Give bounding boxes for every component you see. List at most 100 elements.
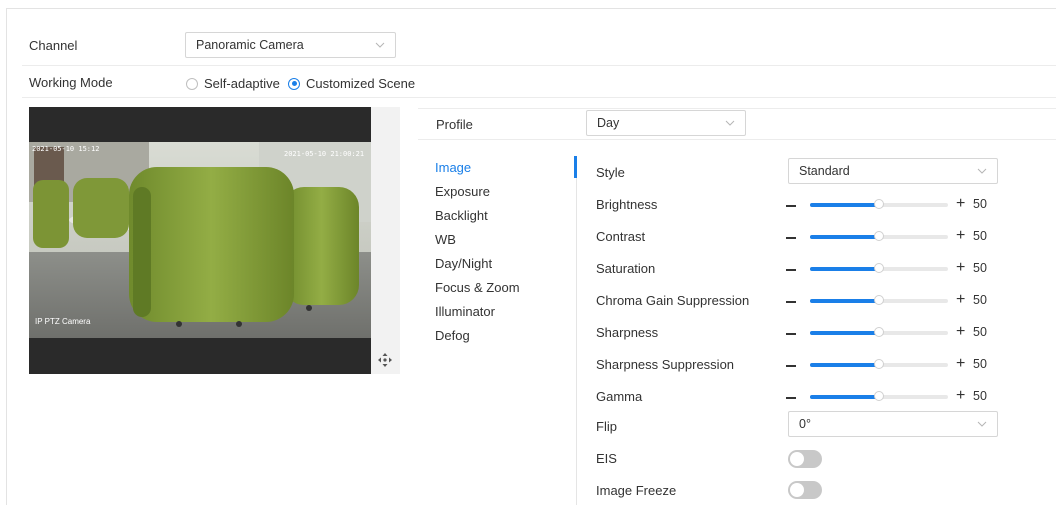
slider-label: Gamma bbox=[596, 389, 643, 404]
chevron-down-icon bbox=[375, 42, 385, 48]
divider bbox=[22, 65, 1056, 66]
slider-value: 50 bbox=[973, 229, 987, 243]
style-select[interactable]: Standard bbox=[788, 158, 998, 184]
radio-self-adaptive[interactable]: Self-adaptive bbox=[186, 76, 280, 91]
slider-value: 50 bbox=[973, 357, 987, 371]
working-mode-label: Working Mode bbox=[29, 75, 113, 90]
menu-item-defog[interactable]: Defog bbox=[435, 328, 470, 343]
slider-handle[interactable] bbox=[874, 231, 884, 241]
osd-timestamp: 2021-05-10 21:00:21 bbox=[284, 150, 365, 158]
menu-active-indicator bbox=[574, 156, 577, 178]
radio-label: Customized Scene bbox=[306, 76, 416, 91]
divider bbox=[418, 139, 1056, 140]
slider-fill bbox=[810, 203, 878, 207]
slider-track[interactable] bbox=[810, 199, 948, 209]
channel-label: Channel bbox=[29, 38, 78, 53]
plus-icon[interactable]: + bbox=[956, 356, 965, 372]
slider-label: Chroma Gain Suppression bbox=[596, 293, 750, 308]
minus-icon[interactable] bbox=[786, 205, 796, 207]
image-freeze-label: Image Freeze bbox=[596, 483, 677, 498]
menu-item-exposure[interactable]: Exposure bbox=[435, 184, 490, 199]
profile-select[interactable]: Day bbox=[586, 110, 746, 136]
plus-icon[interactable]: + bbox=[956, 292, 965, 308]
minus-icon[interactable] bbox=[786, 269, 796, 271]
frame-left-border bbox=[6, 8, 7, 505]
toggle-knob bbox=[790, 483, 804, 497]
slider-row-gamma: Gamma +50 bbox=[596, 387, 1036, 407]
camera-image: 2021-05-10 15:12 2021-05-10 21:00:21 IP … bbox=[29, 142, 371, 338]
minus-icon[interactable] bbox=[786, 333, 796, 335]
slider-row-brightness: Brightness +50 bbox=[596, 195, 1036, 215]
eis-label: EIS bbox=[596, 451, 617, 466]
plus-icon[interactable]: + bbox=[956, 388, 965, 404]
image-freeze-toggle[interactable] bbox=[788, 481, 822, 499]
osd-camera-name: IP PTZ Camera bbox=[35, 317, 91, 326]
slider-label: Sharpness bbox=[596, 325, 659, 340]
slider-fill bbox=[810, 395, 878, 399]
slider-row-contrast: Contrast +50 bbox=[596, 227, 1036, 247]
slider-value: 50 bbox=[973, 261, 987, 275]
slider-value: 50 bbox=[973, 389, 987, 403]
menu-item-backlight[interactable]: Backlight bbox=[435, 208, 488, 223]
menu-item-focus-zoom[interactable]: Focus & Zoom bbox=[435, 280, 520, 295]
slider-row-saturation: Saturation +50 bbox=[596, 259, 1036, 279]
slider-track[interactable] bbox=[810, 327, 948, 337]
slider-value: 50 bbox=[973, 325, 987, 339]
slider-fill bbox=[810, 331, 878, 335]
slider-fill bbox=[810, 235, 878, 239]
slider-handle[interactable] bbox=[874, 199, 884, 209]
menu-item-illuminator[interactable]: Illuminator bbox=[435, 304, 495, 319]
slider-value: 50 bbox=[973, 197, 987, 211]
eis-toggle[interactable] bbox=[788, 450, 822, 468]
slider-label: Brightness bbox=[596, 197, 658, 212]
profile-label: Profile bbox=[436, 117, 473, 132]
menu-item-wb[interactable]: WB bbox=[435, 232, 456, 247]
frame-top-border bbox=[6, 8, 1056, 9]
slider-handle[interactable] bbox=[874, 359, 884, 369]
minus-icon[interactable] bbox=[786, 397, 796, 399]
chevron-down-icon bbox=[725, 120, 735, 126]
style-label: Style bbox=[596, 165, 625, 180]
minus-icon[interactable] bbox=[786, 237, 796, 239]
minus-icon[interactable] bbox=[786, 301, 796, 303]
slider-handle[interactable] bbox=[874, 295, 884, 305]
slider-label: Contrast bbox=[596, 229, 646, 244]
profile-select-value: Day bbox=[597, 116, 620, 130]
slider-track[interactable] bbox=[810, 263, 948, 273]
osd-left-text: 2021-05-10 15:12 bbox=[32, 145, 100, 153]
channel-select[interactable]: Panoramic Camera bbox=[185, 32, 396, 58]
slider-handle[interactable] bbox=[874, 263, 884, 273]
slider-track[interactable] bbox=[810, 391, 948, 401]
slider-handle[interactable] bbox=[874, 391, 884, 401]
minus-icon[interactable] bbox=[786, 365, 796, 367]
plus-icon[interactable]: + bbox=[956, 324, 965, 340]
chevron-down-icon bbox=[977, 168, 987, 174]
slider-row-sharpness: Sharpness +50 bbox=[596, 323, 1036, 343]
slider-label: Saturation bbox=[596, 261, 656, 276]
toggle-knob bbox=[790, 452, 804, 466]
slider-handle[interactable] bbox=[874, 327, 884, 337]
plus-icon[interactable]: + bbox=[956, 228, 965, 244]
slider-fill bbox=[810, 299, 878, 303]
video-preview[interactable]: 2021-05-10 15:12 2021-05-10 21:00:21 IP … bbox=[29, 107, 400, 374]
slider-label: Sharpness Suppression bbox=[596, 357, 735, 372]
chevron-down-icon bbox=[977, 421, 987, 427]
radio-circle-selected bbox=[288, 77, 300, 90]
move-arrows-icon[interactable] bbox=[378, 353, 392, 367]
radio-customized-scene[interactable]: Customized Scene bbox=[288, 76, 415, 91]
flip-select[interactable]: 0° bbox=[788, 411, 998, 437]
radio-circle bbox=[186, 77, 198, 90]
slider-fill bbox=[810, 363, 878, 367]
slider-row-chroma-gain-suppression: Chroma Gain Suppression +50 bbox=[596, 291, 1036, 311]
slider-track[interactable] bbox=[810, 295, 948, 305]
menu-item-image[interactable]: Image bbox=[435, 160, 471, 175]
channel-select-value: Panoramic Camera bbox=[196, 38, 304, 52]
menu-item-day-night[interactable]: Day/Night bbox=[435, 256, 492, 271]
plus-icon[interactable]: + bbox=[956, 196, 965, 212]
slider-track[interactable] bbox=[810, 359, 948, 369]
slider-track[interactable] bbox=[810, 231, 948, 241]
style-select-value: Standard bbox=[799, 164, 850, 178]
slider-fill bbox=[810, 267, 878, 271]
flip-select-value: 0° bbox=[799, 417, 811, 431]
plus-icon[interactable]: + bbox=[956, 260, 965, 276]
